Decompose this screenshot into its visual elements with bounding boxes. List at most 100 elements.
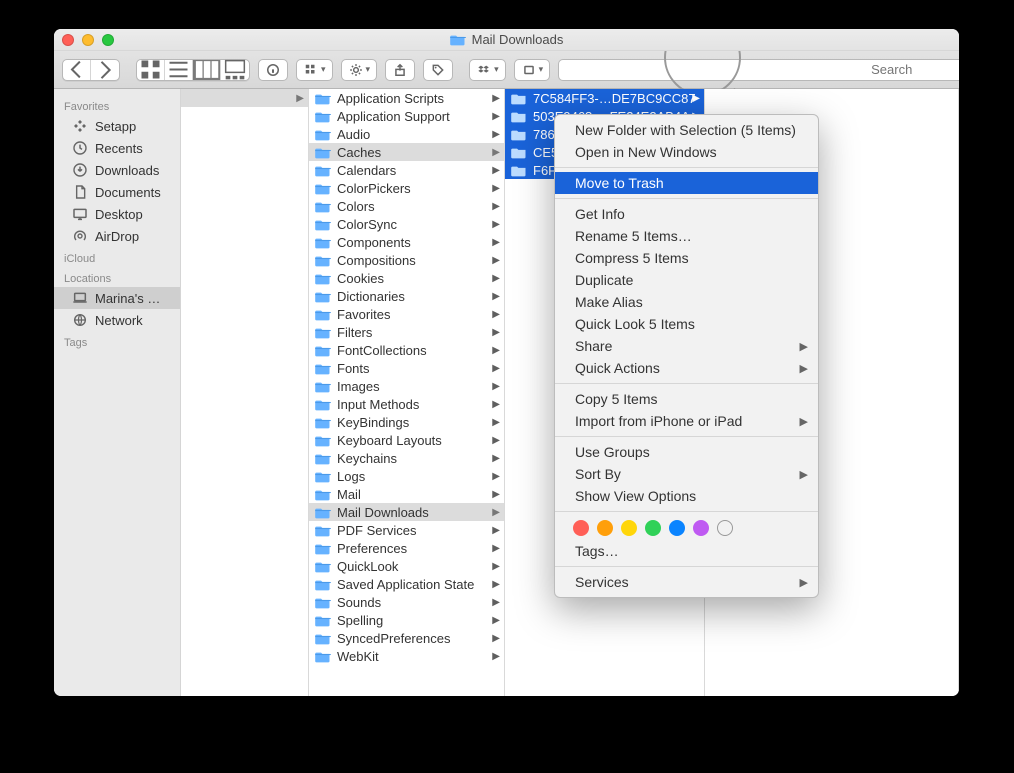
folder-row[interactable]: Favorites▶ xyxy=(309,305,504,323)
sidebar-item-marina-s-m-[interactable]: Marina's M… xyxy=(54,287,180,309)
sidebar-item-desktop[interactable]: Desktop xyxy=(54,203,180,225)
minimize-button[interactable] xyxy=(82,34,94,46)
folder-row[interactable]: Filters▶ xyxy=(309,323,504,341)
sidebar-item-setapp[interactable]: Setapp xyxy=(54,115,180,137)
menu-item[interactable]: New Folder with Selection (5 Items) xyxy=(555,119,818,141)
tags-button[interactable] xyxy=(423,59,453,81)
folder-row[interactable]: Application Support▶ xyxy=(309,107,504,125)
folder-row[interactable]: PDF Services▶ xyxy=(309,521,504,539)
folder-row[interactable]: SyncedPreferences▶ xyxy=(309,629,504,647)
menu-item[interactable]: Use Groups xyxy=(555,441,818,463)
folder-row[interactable]: Calendars▶ xyxy=(309,161,504,179)
folder-name: Input Methods xyxy=(337,397,500,412)
folder-row[interactable]: Input Methods▶ xyxy=(309,395,504,413)
menu-item[interactable]: Copy 5 Items xyxy=(555,388,818,410)
menu-item[interactable]: Duplicate xyxy=(555,269,818,291)
forward-button[interactable] xyxy=(91,60,119,80)
view-list-button[interactable] xyxy=(165,60,193,80)
folder-row[interactable]: FontCollections▶ xyxy=(309,341,504,359)
sidebar-item-recents[interactable]: Recents xyxy=(54,137,180,159)
sidebar-item-airdrop[interactable]: AirDrop xyxy=(54,225,180,247)
menu-item-label: Quick Look 5 Items xyxy=(575,316,695,332)
menu-item-label: Open in New Windows xyxy=(575,144,717,160)
menu-item[interactable]: Quick Look 5 Items xyxy=(555,313,818,335)
folder-row[interactable]: Components▶ xyxy=(309,233,504,251)
folder-row[interactable]: Logs▶ xyxy=(309,467,504,485)
folder-row[interactable]: Colors▶ xyxy=(309,197,504,215)
menu-item[interactable]: Show View Options xyxy=(555,485,818,507)
menu-item[interactable]: Share▶ xyxy=(555,335,818,357)
folder-name: Application Scripts xyxy=(337,91,500,106)
menu-item[interactable]: Make Alias xyxy=(555,291,818,313)
tag-color[interactable] xyxy=(621,520,637,536)
folder-icon xyxy=(315,308,331,321)
zoom-button[interactable] xyxy=(102,34,114,46)
menu-item-label: Show View Options xyxy=(575,488,696,504)
dropbox-button[interactable]: ▾ xyxy=(469,59,506,81)
share-button[interactable] xyxy=(385,59,415,81)
view-column-button[interactable] xyxy=(193,60,221,80)
menu-item-label: Sort By xyxy=(575,466,621,482)
menu-item[interactable]: Tags… xyxy=(555,540,818,562)
search-input[interactable] xyxy=(871,62,959,77)
folder-row[interactable]: Application Scripts▶ xyxy=(309,89,504,107)
menu-item-label: Move to Trash xyxy=(575,175,664,191)
view-gallery-button[interactable] xyxy=(221,60,249,80)
folder-row[interactable]: Keyboard Layouts▶ xyxy=(309,431,504,449)
view-icon-button[interactable] xyxy=(137,60,165,80)
menu-item[interactable]: Quick Actions▶ xyxy=(555,357,818,379)
tags-header: Tags xyxy=(54,331,180,351)
menu-item[interactable]: Services▶ xyxy=(555,571,818,593)
menu-item[interactable]: Sort By▶ xyxy=(555,463,818,485)
folder-name: Fonts xyxy=(337,361,500,376)
tag-color[interactable] xyxy=(693,520,709,536)
action-button[interactable]: ▾ xyxy=(341,59,378,81)
menu-item-label: Use Groups xyxy=(575,444,650,460)
folder-row[interactable]: Saved Application State▶ xyxy=(309,575,504,593)
close-button[interactable] xyxy=(62,34,74,46)
group-by-button[interactable]: ▾ xyxy=(296,59,333,81)
folder-row[interactable]: WebKit▶ xyxy=(309,647,504,665)
menu-item[interactable]: Import from iPhone or iPad▶ xyxy=(555,410,818,432)
tag-color[interactable] xyxy=(573,520,589,536)
get-info-button[interactable] xyxy=(258,59,288,81)
folder-row[interactable]: ColorPickers▶ xyxy=(309,179,504,197)
tag-color[interactable] xyxy=(597,520,613,536)
folder-row[interactable]: Mail Downloads▶ xyxy=(309,503,504,521)
favorites-header: Favorites xyxy=(54,95,180,115)
folder-row[interactable]: Spelling▶ xyxy=(309,611,504,629)
path-button[interactable]: ▾ xyxy=(514,59,551,81)
folder-icon xyxy=(315,272,331,285)
sidebar-item-downloads[interactable]: Downloads xyxy=(54,159,180,181)
menu-item[interactable]: Move to Trash xyxy=(555,172,818,194)
folder-row[interactable]: ColorSync▶ xyxy=(309,215,504,233)
menu-item[interactable]: Rename 5 Items… xyxy=(555,225,818,247)
menu-item[interactable]: Get Info xyxy=(555,203,818,225)
sidebar-item-documents[interactable]: Documents xyxy=(54,181,180,203)
folder-name: Mail Downloads xyxy=(337,505,500,520)
search-field[interactable] xyxy=(558,59,959,81)
menu-item[interactable]: Compress 5 Items xyxy=(555,247,818,269)
back-button[interactable] xyxy=(63,60,91,80)
folder-row[interactable]: Cookies▶ xyxy=(309,269,504,287)
folder-row[interactable]: Audio▶ xyxy=(309,125,504,143)
folder-row[interactable]: Sounds▶ xyxy=(309,593,504,611)
folder-row[interactable]: Images▶ xyxy=(309,377,504,395)
folder-row[interactable]: Mail▶ xyxy=(309,485,504,503)
folder-row[interactable]: Compositions▶ xyxy=(309,251,504,269)
folder-row[interactable]: Preferences▶ xyxy=(309,539,504,557)
folder-row[interactable]: QuickLook▶ xyxy=(309,557,504,575)
sidebar-item-network[interactable]: Network xyxy=(54,309,180,331)
tag-clear[interactable] xyxy=(717,520,733,536)
tag-color[interactable] xyxy=(645,520,661,536)
sidebar-item-label: Desktop xyxy=(95,207,143,222)
folder-row[interactable]: Dictionaries▶ xyxy=(309,287,504,305)
folder-row-selected[interactable]: 7C584FF3-…DE7BC9CC87▶ xyxy=(505,89,704,107)
folder-row[interactable]: KeyBindings▶ xyxy=(309,413,504,431)
folder-row[interactable]: Caches▶ xyxy=(309,143,504,161)
column-path-row[interactable]: ▶ ▶ xyxy=(181,89,308,107)
folder-row[interactable]: Fonts▶ xyxy=(309,359,504,377)
menu-item[interactable]: Open in New Windows xyxy=(555,141,818,163)
tag-color[interactable] xyxy=(669,520,685,536)
folder-row[interactable]: Keychains▶ xyxy=(309,449,504,467)
